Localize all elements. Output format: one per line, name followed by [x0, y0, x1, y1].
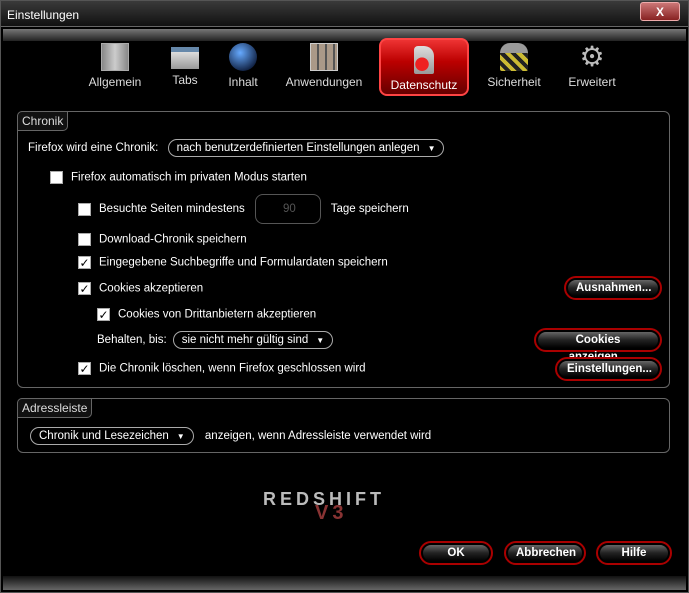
history-mode-select[interactable]: nach benutzerdefinierten Einstellungen a… — [167, 139, 445, 157]
button-label: Hilfe — [600, 545, 668, 561]
applications-icon — [310, 43, 338, 71]
show-cookies-button[interactable]: Cookies anzeigen... — [534, 328, 662, 363]
checkbox-label: Firefox automatisch im privaten Modus st… — [71, 171, 307, 184]
close-button[interactable]: X — [640, 2, 680, 21]
button-label: Abbrechen — [508, 545, 582, 561]
history-mode-row: Firefox wird eine Chronik: nach benutzer… — [28, 139, 445, 157]
help-button[interactable]: Hilfe — [596, 541, 672, 565]
tab-label: Datenschutz — [390, 78, 458, 92]
adressleiste-legend: Adressleiste — [17, 398, 93, 418]
visited-pages-checkbox[interactable]: Besuchte Seiten mindestens 90 Tage speiche… — [78, 194, 409, 224]
sliders-icon — [101, 43, 129, 71]
checkbox-label: Besuchte Seiten mindestens — [99, 203, 245, 216]
accept-cookies-checkbox[interactable]: ✓ Cookies akzeptieren — [78, 282, 204, 296]
days-suffix: Tage speichern — [330, 203, 409, 216]
title-bar: Einstellungen X — [1, 1, 688, 27]
days-spinner[interactable]: 90 — [254, 194, 321, 224]
keep-until-label: Behalten, bis: — [97, 334, 167, 346]
select-value: nach benutzerdefinierten Einstellungen a… — [176, 142, 420, 154]
keep-until-select[interactable]: sie nicht mehr gültig sind ▼ — [172, 331, 334, 349]
dropdown-arrow-icon: ▼ — [427, 144, 436, 153]
chronik-group: Chronik Firefox wird eine Chronik: nach … — [17, 111, 670, 388]
tab-sicherheit[interactable]: Sicherheit — [481, 37, 547, 97]
tab-inhalt[interactable]: Inhalt — [223, 37, 263, 97]
padlock-icon — [500, 43, 528, 71]
tab-datenschutz[interactable]: Datenschutz — [379, 38, 469, 96]
tab-anwendungen[interactable]: Anwendungen — [281, 37, 367, 97]
tab-erweitert[interactable]: ⚙ Erweitert — [563, 37, 621, 97]
checkbox-box[interactable] — [78, 233, 91, 246]
exceptions-button[interactable]: Ausnahmen... — [564, 276, 662, 300]
form-data-checkbox[interactable]: ✓ Eingegebene Suchbegriffe und Formularda… — [78, 256, 388, 270]
download-history-checkbox[interactable]: Download-Chronik speichern — [78, 233, 247, 246]
tab-allgemein[interactable]: Allgemein — [83, 37, 147, 97]
history-mode-label: Firefox wird eine Chronik: — [28, 142, 159, 154]
ok-button[interactable]: OK — [419, 541, 493, 565]
privacy-lock-icon — [414, 46, 434, 74]
category-tabs: Allgemein Tabs Inhalt Anwendungen Datens… — [1, 37, 688, 97]
globe-icon — [229, 43, 257, 71]
tab-label: Inhalt — [228, 75, 258, 89]
checkbox-label: Download-Chronik speichern — [99, 233, 247, 246]
tab-label: Allgemein — [88, 75, 142, 89]
checkmark-icon[interactable]: ✓ — [78, 282, 91, 296]
button-label: Cookies anzeigen... — [538, 332, 658, 363]
checkmark-icon[interactable]: ✓ — [97, 308, 110, 322]
adressleiste-group: Adressleiste Chronik und Lesezeichen ▼ an… — [17, 398, 670, 453]
addressbar-select[interactable]: Chronik und Lesezeichen ▼ — [30, 427, 194, 445]
window-title: Einstellungen — [7, 8, 80, 22]
cancel-button[interactable]: Abbrechen — [504, 541, 586, 565]
gear-icon: ⚙ — [579, 41, 605, 72]
checkmark-icon[interactable]: ✓ — [78, 362, 91, 376]
clear-history-checkbox[interactable]: ✓ Die Chronik löschen, wenn Firefox gesch… — [78, 362, 366, 376]
private-mode-checkbox[interactable]: Firefox automatisch im privaten Modus st… — [50, 171, 307, 184]
checkbox-label: Cookies akzeptieren — [99, 282, 204, 295]
history-settings-button[interactable]: Einstellungen... — [555, 357, 662, 381]
third-party-cookies-checkbox[interactable]: ✓ Cookies von Drittanbietern akzeptieren — [97, 308, 317, 322]
tabs-icon — [171, 47, 199, 69]
settings-window: Einstellungen X Allgemein Tabs Inhalt An… — [0, 0, 689, 593]
select-value: Chronik und Lesezeichen — [39, 430, 169, 442]
tab-tabs[interactable]: Tabs — [165, 37, 205, 97]
checkbox-box[interactable] — [50, 171, 63, 184]
tab-label: Tabs — [172, 73, 198, 87]
addressbar-row: Chronik und Lesezeichen ▼ anzeigen, wenn … — [30, 427, 431, 445]
redshift-logo: REDSHIFT V3 — [263, 489, 385, 525]
tab-label: Anwendungen — [285, 75, 363, 89]
chronik-legend: Chronik — [17, 111, 69, 131]
checkbox-label: Cookies von Drittanbietern akzeptieren — [118, 308, 317, 321]
checkbox-label: Die Chronik löschen, wenn Firefox geschl… — [99, 362, 366, 375]
checkmark-icon[interactable]: ✓ — [78, 256, 91, 270]
checkbox-label: Eingegebene Suchbegriffe und Formulardat… — [99, 256, 388, 269]
dropdown-arrow-icon: ▼ — [316, 336, 325, 345]
tab-label: Sicherheit — [487, 75, 541, 89]
addressbar-suffix: anzeigen, wenn Adressleiste verwendet wi… — [204, 430, 432, 442]
keep-until-row: Behalten, bis: sie nicht mehr gültig sind… — [97, 331, 334, 349]
footer-band — [3, 576, 686, 590]
checkbox-box[interactable] — [78, 202, 91, 216]
select-value: sie nicht mehr gültig sind — [181, 334, 309, 346]
button-label: OK — [423, 545, 489, 561]
button-label: Ausnahmen... — [568, 280, 658, 296]
button-label: Einstellungen... — [559, 361, 658, 377]
tab-label: Erweitert — [568, 75, 616, 89]
days-value: 90 — [282, 203, 296, 215]
dropdown-arrow-icon: ▼ — [176, 432, 185, 441]
